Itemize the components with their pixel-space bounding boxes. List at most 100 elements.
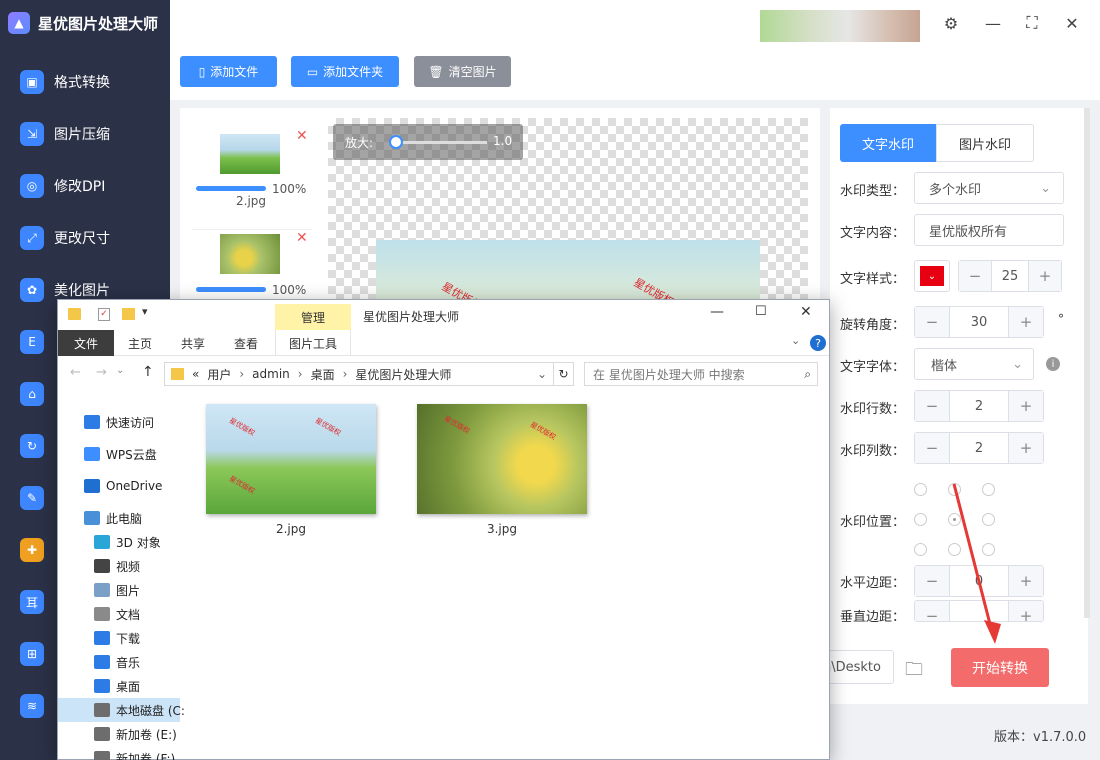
- plus-icon[interactable]: +: [1009, 307, 1043, 337]
- add-file-button[interactable]: ▯ 添加文件: [180, 56, 277, 87]
- minus-icon[interactable]: −: [915, 307, 949, 337]
- file-item[interactable]: 星优版权 星优版权 3.jpg: [417, 404, 587, 536]
- minus-icon[interactable]: −: [915, 433, 949, 463]
- help-icon[interactable]: ?: [810, 335, 826, 351]
- ribbon-share-tab[interactable]: 共享: [181, 335, 205, 352]
- output-path-input[interactable]: n\Deskto: [820, 650, 894, 684]
- plus-icon[interactable]: +: [1029, 261, 1061, 291]
- new-folder-icon[interactable]: [122, 308, 135, 320]
- sidebar-item-resize[interactable]: ⤢ 更改尺寸: [0, 216, 170, 260]
- start-convert-button[interactable]: 开始转换: [951, 648, 1049, 687]
- nav-item[interactable]: 此电脑: [58, 506, 180, 530]
- plus-icon[interactable]: +: [1009, 601, 1043, 621]
- output-path-value: n\Deskto: [823, 659, 881, 675]
- rotation-stepper[interactable]: − 30 +: [914, 306, 1044, 338]
- address-bar[interactable]: « 用户 › admin › 桌面 › 星优图片处理大师 ⌄: [164, 362, 554, 386]
- font-family-select[interactable]: 楷体 ⌄: [914, 348, 1034, 380]
- watermark-text: 星优版权: [227, 474, 257, 496]
- forward-arrow-icon[interactable]: →: [96, 365, 107, 380]
- zoom-slider-track[interactable]: [395, 141, 487, 144]
- disk-icon: [94, 703, 110, 717]
- breadcrumb-item[interactable]: 星优图片处理大师: [355, 366, 451, 383]
- nav-item[interactable]: 3D 对象: [58, 530, 180, 554]
- remove-icon[interactable]: ✕: [296, 128, 308, 144]
- properties-icon[interactable]: ✓: [98, 308, 110, 321]
- nav-item[interactable]: 本地磁盘 (C:: [58, 698, 185, 722]
- chevron-down-icon[interactable]: ⌄: [537, 367, 547, 381]
- plus-icon[interactable]: +: [1009, 566, 1043, 596]
- minimize-icon[interactable]: —: [982, 12, 1004, 34]
- font-size-stepper[interactable]: − 25 +: [958, 260, 1062, 292]
- sidebar-item-format-convert[interactable]: ▣ 格式转换: [0, 60, 170, 104]
- nav-item[interactable]: 桌面: [58, 674, 180, 698]
- zoom-slider-handle[interactable]: [389, 135, 403, 149]
- tab-image-watermark[interactable]: 图片水印: [936, 124, 1034, 162]
- nav-item-label: 此电脑: [106, 511, 143, 526]
- remove-icon[interactable]: ✕: [296, 230, 308, 246]
- nav-item[interactable]: 新加卷 (F:): [58, 746, 180, 760]
- nav-item[interactable]: 视频: [58, 554, 180, 578]
- cols-stepper[interactable]: − 2 +: [914, 432, 1044, 464]
- up-arrow-icon[interactable]: ↑: [142, 364, 154, 380]
- watermark-type-select[interactable]: 多个水印 ⌄: [914, 172, 1064, 204]
- breadcrumb-item[interactable]: admin: [252, 367, 290, 381]
- breadcrumb-overflow[interactable]: «: [192, 367, 199, 381]
- close-icon[interactable]: ✕: [1061, 12, 1083, 34]
- position-radio[interactable]: [914, 543, 927, 556]
- manage-tab[interactable]: 管理: [275, 304, 351, 330]
- ribbon-view-tab[interactable]: 查看: [234, 335, 258, 352]
- plus-icon[interactable]: +: [1009, 433, 1043, 463]
- disk-icon: [94, 727, 110, 741]
- search-icon: ⌕: [804, 366, 811, 381]
- tab-text-watermark[interactable]: 文字水印: [840, 124, 936, 162]
- nav-item-label: 桌面: [116, 679, 141, 694]
- sidebar-item-dpi[interactable]: ◎ 修改DPI: [0, 164, 170, 208]
- progress-value: 100%: [272, 182, 307, 196]
- nav-item[interactable]: 图片: [58, 578, 180, 602]
- breadcrumb-item[interactable]: 用户: [207, 366, 231, 383]
- app-brand: ▲ 星优图片处理大师: [0, 0, 170, 46]
- ribbon-file-tab[interactable]: 文件: [58, 330, 114, 356]
- settings-scrollbar[interactable]: [1084, 108, 1090, 618]
- maximize-icon[interactable]: ⛶: [1021, 12, 1043, 34]
- close-icon[interactable]: ✕: [800, 304, 812, 320]
- quick-access-dropdown-icon[interactable]: ▾: [142, 305, 148, 318]
- nav-item[interactable]: OneDrive: [58, 474, 180, 498]
- settings-icon[interactable]: ⚙: [940, 12, 962, 34]
- nav-item[interactable]: 新加卷 (E:): [58, 722, 180, 746]
- back-arrow-icon[interactable]: ←: [70, 365, 81, 380]
- nav-item[interactable]: 音乐: [58, 650, 180, 674]
- user-avatar[interactable]: [760, 10, 920, 42]
- ribbon-picture-tools-tab[interactable]: 图片工具: [275, 330, 351, 356]
- nav-item[interactable]: WPS云盘: [58, 442, 180, 466]
- nav-item[interactable]: 文档: [58, 602, 180, 626]
- search-input[interactable]: 在 星优图片处理大师 中搜索 ⌕: [584, 362, 818, 386]
- video-icon: [94, 559, 110, 573]
- add-folder-button[interactable]: ▭ 添加文件夹: [291, 56, 399, 87]
- text-content-input[interactable]: 星优版权所有: [914, 214, 1064, 246]
- breadcrumb-item[interactable]: 桌面: [311, 366, 335, 383]
- ribbon-home-tab[interactable]: 主页: [128, 335, 152, 352]
- position-radio[interactable]: [914, 483, 927, 496]
- maximize-icon[interactable]: ☐: [755, 304, 767, 319]
- info-icon[interactable]: i: [1046, 357, 1060, 371]
- folder-open-icon[interactable]: 🗀: [905, 657, 923, 687]
- position-radio[interactable]: [914, 513, 927, 526]
- file-item[interactable]: 星优版权 星优版权 星优版权 2.jpg: [206, 404, 376, 536]
- minimize-icon[interactable]: —: [710, 304, 724, 320]
- chevron-down-icon[interactable]: ⌄: [791, 334, 800, 347]
- plus-icon[interactable]: +: [1009, 391, 1043, 421]
- minus-icon[interactable]: −: [959, 261, 991, 291]
- rows-stepper[interactable]: − 2 +: [914, 390, 1044, 422]
- color-picker[interactable]: ⌄: [914, 260, 950, 292]
- recent-dropdown-icon[interactable]: ⌄: [116, 365, 124, 376]
- nav-item[interactable]: 下载: [58, 626, 180, 650]
- refresh-icon[interactable]: ↻: [554, 362, 574, 386]
- sidebar-item-compress[interactable]: ⇲ 图片压缩: [0, 112, 170, 156]
- clear-images-button[interactable]: 🗑 清空图片: [414, 56, 511, 87]
- watermark-text: 星优版权: [442, 414, 472, 436]
- minus-icon[interactable]: −: [915, 391, 949, 421]
- nav-item[interactable]: 快速访问: [58, 410, 180, 434]
- file-list-item[interactable]: ✕ 100% 2.jpg: [192, 120, 312, 230]
- file-list-item[interactable]: ✕ 100%: [192, 230, 312, 300]
